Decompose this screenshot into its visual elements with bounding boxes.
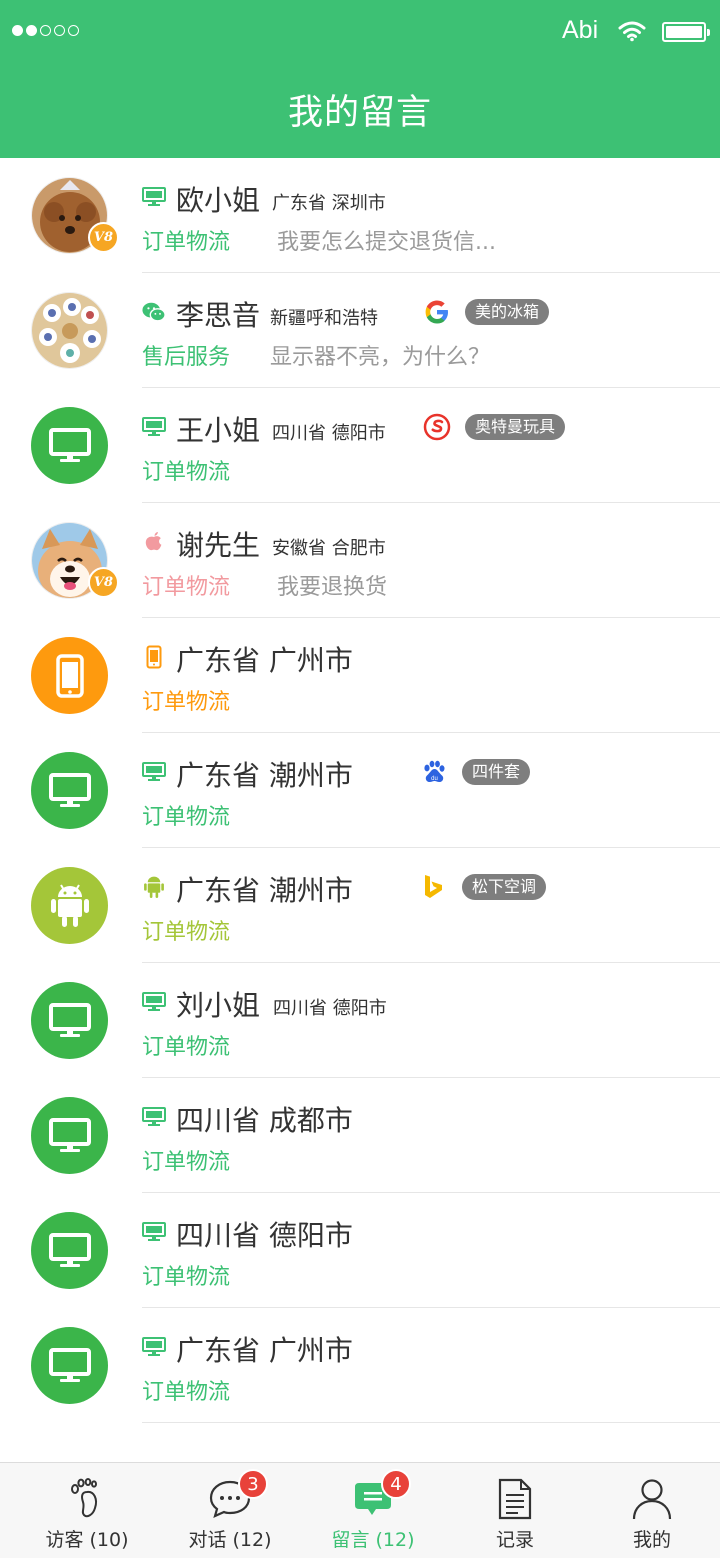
message-category: 订单物流 — [142, 460, 231, 485]
mobile-avatar[interactable] — [31, 637, 108, 714]
header-bar: Abi 我的留言 — [0, 0, 720, 158]
visitor-location: 安徽省 合肥市 — [272, 538, 386, 559]
message-category: 订单物流 — [142, 805, 231, 830]
message-row[interactable]: V8 欧小姐 广东省 深圳市 订单物流 我要怎么提交退货信... — [0, 158, 720, 273]
message-row[interactable]: 四川省 德阳市 订单物流 — [0, 1193, 720, 1308]
desktop-icon — [142, 1220, 166, 1244]
message-category: 订单物流 — [142, 1380, 231, 1405]
desktop-avatar[interactable] — [31, 407, 108, 484]
user-icon — [630, 1477, 674, 1521]
desktop-icon — [142, 760, 166, 784]
tab-visitors-label: 访客 (10) — [45, 1529, 129, 1551]
svg-text:du: du — [431, 776, 438, 782]
status-bar: Abi — [0, 0, 720, 64]
visitor-location: 新疆呼和浩特 — [270, 308, 378, 329]
desktop-icon — [142, 1105, 166, 1129]
desktop-avatar[interactable] — [31, 1097, 108, 1174]
message-row[interactable]: 广东省 广州市 订单物流 — [0, 1308, 720, 1423]
message-category: 订单物流 — [142, 690, 231, 715]
message-category: 订单物流 — [142, 920, 231, 945]
message-category: 订单物流 — [142, 1265, 231, 1290]
battery-icon — [662, 22, 710, 42]
avatar[interactable] — [31, 292, 108, 369]
visitor-name: 王小姐 — [176, 414, 261, 447]
signal-strength-icon — [12, 25, 79, 36]
message-unread-badge: 4 — [381, 1469, 411, 1499]
android-icon — [142, 875, 166, 899]
message-row[interactable]: 广东省 潮州市 松下空调 订单物流 — [0, 848, 720, 963]
tab-visitors[interactable]: 访客 (10) — [15, 1463, 159, 1558]
product-tag: 松下空调 — [462, 874, 547, 900]
visitor-name: 广东省 潮州市 — [176, 759, 353, 792]
sogou-icon — [422, 412, 452, 442]
desktop-avatar[interactable] — [31, 1212, 108, 1289]
visitor-name: 广东省 广州市 — [176, 1334, 353, 1367]
tab-messages-label: 留言 (12) — [331, 1529, 415, 1551]
visitor-name: 广东省 潮州市 — [176, 874, 353, 907]
desktop-icon — [142, 185, 166, 209]
tab-chats-label: 对话 (12) — [188, 1529, 272, 1551]
visitor-name: 四川省 成都市 — [176, 1104, 353, 1137]
desktop-avatar[interactable] — [31, 752, 108, 829]
vip-badge: V8 — [88, 222, 119, 253]
message-list[interactable]: V8 欧小姐 广东省 深圳市 订单物流 我要怎么提交退货信... 李思音 新疆呼… — [0, 158, 720, 1423]
visitor-name: 谢先生 — [176, 529, 261, 562]
android-avatar[interactable] — [31, 867, 108, 944]
apple-icon — [142, 530, 166, 554]
desktop-icon — [142, 1335, 166, 1359]
visitor-name: 刘小姐 — [176, 989, 261, 1022]
message-row[interactable]: 李思音 新疆呼和浩特 美的冰箱 售后服务 显示器不亮，为什么？ — [0, 273, 720, 388]
vip-badge: V8 — [88, 567, 119, 598]
product-tag: 美的冰箱 — [465, 299, 550, 325]
document-icon — [493, 1477, 537, 1521]
visitor-name: 欧小姐 — [176, 184, 261, 217]
tab-mine-label: 我的 — [632, 1529, 671, 1551]
visitor-location: 四川省 德阳市 — [273, 998, 387, 1019]
google-icon — [422, 297, 452, 327]
message-row[interactable]: 刘小姐 四川省 德阳市 订单物流 — [0, 963, 720, 1078]
message-row[interactable]: 四川省 成都市 订单物流 — [0, 1078, 720, 1193]
message-category: 订单物流 — [142, 230, 231, 255]
wechat-icon — [142, 300, 166, 324]
desktop-avatar[interactable] — [31, 1327, 108, 1404]
message-row[interactable]: 广东省 广州市 订单物流 — [0, 618, 720, 733]
message-preview: 我要退换货 — [277, 575, 388, 600]
tab-records-label: 记录 — [495, 1529, 534, 1551]
mobile-icon — [142, 645, 166, 669]
product-tag: 奥特曼玩具 — [465, 414, 566, 440]
bottom-tab-bar: 访客 (10) 3 对话 (12) 4 留言 (12) 记录 我的 — [0, 1462, 720, 1558]
visitor-name: 四川省 德阳市 — [176, 1219, 353, 1252]
message-row[interactable]: 广东省 潮州市 du 四件套 订单物流 — [0, 733, 720, 848]
desktop-icon — [142, 990, 166, 1014]
product-tag: 四件套 — [462, 759, 531, 785]
desktop-avatar[interactable] — [31, 982, 108, 1059]
tab-mine[interactable]: 我的 — [580, 1463, 720, 1558]
footprint-icon — [65, 1477, 109, 1521]
visitor-name: 广东省 广州市 — [176, 644, 353, 677]
message-category: 售后服务 — [142, 345, 231, 370]
message-preview: 我要怎么提交退货信... — [277, 230, 496, 255]
visitor-name: 李思音 — [176, 299, 261, 332]
carrier-name: Abi — [562, 16, 599, 44]
chat-unread-badge: 3 — [238, 1469, 268, 1499]
tab-records[interactable]: 记录 — [443, 1463, 587, 1558]
message-row[interactable]: V8 谢先生 安徽省 合肥市 订单物流 我要退换货 — [0, 503, 720, 618]
baidu-icon: du — [419, 757, 449, 787]
message-row[interactable]: 王小姐 四川省 德阳市 奥特曼玩具 订单物流 — [0, 388, 720, 503]
bing-icon — [419, 872, 449, 902]
visitor-location: 广东省 深圳市 — [272, 193, 386, 214]
desktop-icon — [142, 415, 166, 439]
message-preview: 显示器不亮，为什么？ — [270, 345, 491, 370]
tab-chats[interactable]: 3 对话 (12) — [158, 1463, 302, 1558]
tab-messages[interactable]: 4 留言 (12) — [301, 1463, 445, 1558]
visitor-location: 四川省 德阳市 — [272, 423, 386, 444]
message-category: 订单物流 — [142, 575, 231, 600]
message-category: 订单物流 — [142, 1035, 231, 1060]
wifi-icon — [618, 20, 646, 46]
page-title: 我的留言 — [287, 93, 432, 133]
message-category: 订单物流 — [142, 1150, 231, 1175]
